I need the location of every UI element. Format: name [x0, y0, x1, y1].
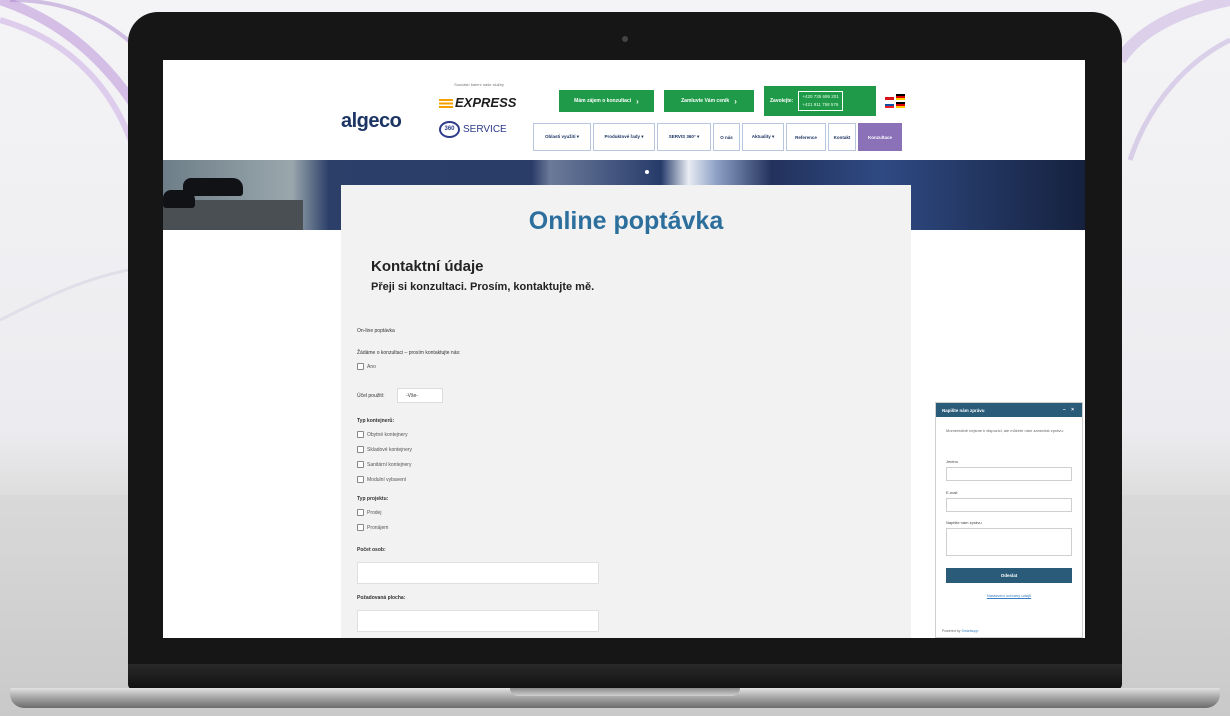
checkbox-box	[357, 509, 364, 516]
smartsupp-link[interactable]: Smartsupp	[961, 629, 978, 633]
chat-message-textarea[interactable]	[946, 528, 1072, 556]
container-type-checkbox[interactable]: Obytné kontejnery	[357, 431, 408, 438]
checkbox-box	[357, 431, 364, 438]
section-heading: Kontaktní údaje	[371, 258, 484, 275]
menu-item-contact[interactable]: Kontakt	[828, 123, 856, 151]
chat-powered-by: Powered by Smartsupp	[942, 629, 978, 633]
powered-by-prefix: Powered by	[942, 629, 961, 633]
main-menu: Oblasti využití ▾ Produktové řady ▾ SERV…	[533, 123, 904, 151]
container-type-checkbox[interactable]: Sanitární kontejnery	[357, 461, 411, 468]
inquiry-form-panel: Online poptávka Kontaktní údaje Přeji si…	[341, 185, 911, 638]
persons-label: Počet osob:	[357, 547, 386, 553]
express-label: EXPRESS	[455, 95, 517, 110]
checkbox-label: Obytné kontejnery	[367, 431, 408, 438]
container-type-checkbox[interactable]: Skladové kontejnery	[357, 446, 412, 453]
phone-box: Zavolejte: +420 735 695 201 +421 911 758…	[764, 86, 876, 116]
flag-at-icon[interactable]	[896, 102, 905, 108]
chat-header[interactable]: Napište nám zprávu – ×	[936, 403, 1082, 417]
section-subtitle: Přeji si konzultaci. Prosím, kontaktujte…	[371, 281, 595, 293]
chat-title: Napište nám zprávu	[942, 407, 985, 413]
express-stripes-icon	[439, 99, 453, 109]
price-list-button[interactable]: Zamluvte Vám ceník ›	[664, 90, 754, 112]
checkbox-label: Pronájem	[367, 524, 389, 531]
menu-item-usage[interactable]: Oblasti využití ▾	[533, 123, 591, 151]
checkbox-box	[357, 446, 364, 453]
consultation-checkbox[interactable]: Ano	[357, 363, 376, 370]
arrow-right-icon: ›	[636, 96, 639, 106]
page-title: Online poptávka	[528, 207, 724, 235]
language-flags	[885, 94, 909, 108]
laptop-notch	[510, 688, 740, 696]
menu-item-service[interactable]: SERVIS 360° ▾	[657, 123, 711, 151]
container-type-checkbox[interactable]: Modulní vybavení	[357, 476, 406, 483]
area-label: Požadovaná plocha:	[357, 595, 406, 601]
flag-sk-icon[interactable]	[885, 102, 894, 108]
persons-input[interactable]	[357, 562, 599, 584]
service-360-icon: 360	[439, 121, 460, 138]
chat-send-button[interactable]: Odeslat	[946, 568, 1072, 583]
chat-window-controls-icon[interactable]: – ×	[1063, 407, 1076, 413]
usage-label: Účel použití:	[357, 393, 385, 399]
phone-sk[interactable]: +421 911 758 576	[802, 101, 838, 109]
partner-badges: Součástí balení naše služby EXPRESS 360 S…	[439, 82, 519, 138]
service-badge[interactable]: 360 SERVICE	[439, 121, 519, 138]
menu-item-news[interactable]: Aktuality ▾	[742, 123, 784, 151]
checkbox-box	[357, 476, 364, 483]
menu-item-references[interactable]: Reference	[786, 123, 826, 151]
chat-privacy-link[interactable]: Nastavení ochrany údajů	[946, 593, 1072, 598]
checkbox-box	[357, 363, 364, 370]
container-type-label: Typ kontejnerů:	[357, 418, 395, 424]
algeco-logo[interactable]: algeco	[341, 110, 402, 133]
price-list-button-label: Zamluvte Vám ceník	[681, 98, 730, 104]
phone-numbers: +420 735 695 201 +421 911 758 576	[798, 91, 843, 111]
project-type-checkbox[interactable]: Prodej	[357, 509, 381, 516]
arrow-right-icon: ›	[734, 96, 737, 106]
menu-item-about[interactable]: O nás	[713, 123, 740, 151]
usage-select[interactable]: -Vše-	[397, 388, 443, 403]
checkbox-label: Ano	[367, 363, 376, 370]
partner-caption: Součástí balení naše služby	[454, 82, 504, 87]
project-type-label: Typ projektu:	[357, 496, 389, 502]
project-type-checkbox[interactable]: Pronájem	[357, 524, 388, 531]
online-inquiry-label: On-line poptávka	[357, 328, 395, 334]
service-label: SERVICE	[463, 124, 507, 136]
checkbox-label: Sanitární kontejnery	[367, 461, 412, 468]
flag-de-icon[interactable]	[896, 94, 905, 100]
menu-item-products[interactable]: Produktové řady ▾	[593, 123, 655, 151]
phone-cz[interactable]: +420 735 695 201	[802, 93, 838, 101]
chat-widget: Napište nám zprávu – × Momentálně nejsme…	[935, 402, 1083, 638]
chat-intro: Momentálně nejsme k dispozici, ale můžet…	[946, 428, 1064, 433]
checkbox-label: Skladové kontejnery	[367, 446, 413, 453]
checkbox-label: Modulní vybavení	[367, 476, 407, 483]
hero-car	[163, 190, 195, 208]
chat-email-input[interactable]	[946, 498, 1072, 512]
browser-viewport: algeco Součástí balení naše služby EXPRE…	[163, 60, 1085, 638]
consultation-button[interactable]: Mám zájem o konzultaci ›	[559, 90, 654, 112]
chat-message-label: Napište nám zprávu	[946, 520, 982, 525]
webcam	[622, 36, 628, 42]
phone-label: Zavolejte:	[770, 98, 794, 104]
checkbox-box	[357, 524, 364, 531]
chat-email-label: E-mail	[946, 490, 958, 495]
area-input[interactable]	[357, 610, 599, 632]
laptop-chin	[128, 664, 1122, 690]
consultation-label: Žádáme o konzultaci – prosím kontaktujte…	[357, 350, 461, 356]
flag-cz-icon[interactable]	[885, 94, 894, 100]
express-badge[interactable]: EXPRESS	[439, 95, 519, 110]
consultation-button-label: Mám zájem o konzultaci	[574, 98, 632, 104]
menu-item-consultation[interactable]: Konzultace	[858, 123, 902, 151]
chat-name-label: Jméno	[946, 459, 959, 464]
chat-name-input[interactable]	[946, 467, 1072, 481]
hero-dot	[645, 170, 649, 174]
checkbox-label: Prodej	[367, 509, 382, 516]
checkbox-box	[357, 461, 364, 468]
